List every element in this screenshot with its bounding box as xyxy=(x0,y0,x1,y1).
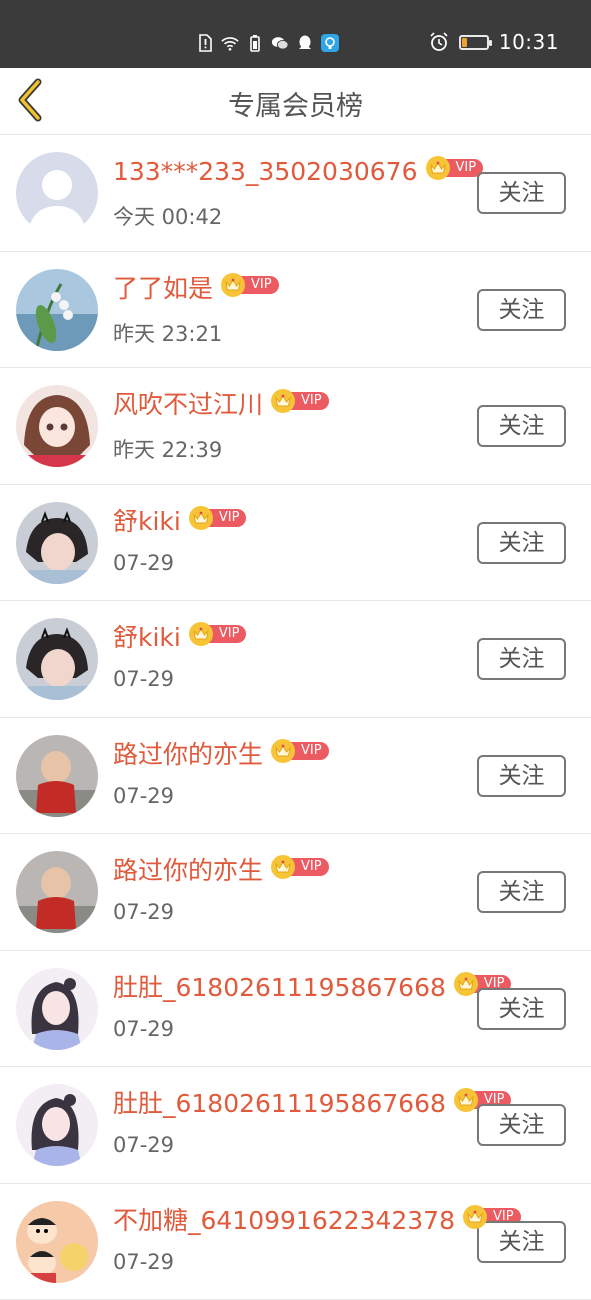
member-row[interactable]: 肚肚_61802611195867668VIP 07-29 关注 xyxy=(0,951,591,1068)
wechat-icon xyxy=(271,34,289,52)
name-line: 舒kiki VIP xyxy=(113,505,246,539)
vip-badge: VIP xyxy=(271,740,329,762)
member-name[interactable]: 舒kiki xyxy=(113,505,181,539)
crown-icon xyxy=(426,156,450,180)
vip-badge: VIP xyxy=(189,623,247,645)
status-bar: 10:31 xyxy=(0,0,591,68)
follow-button[interactable]: 关注 xyxy=(477,1221,566,1263)
member-name[interactable]: 风吹不过江川 xyxy=(113,388,263,422)
member-time: 07-29 xyxy=(113,784,174,808)
vip-badge: VIP xyxy=(221,274,279,296)
qq-icon xyxy=(296,34,314,52)
name-line: 舒kiki VIP xyxy=(113,621,246,655)
avatar[interactable] xyxy=(16,269,98,351)
follow-button[interactable]: 关注 xyxy=(477,755,566,797)
notification-app-icon xyxy=(321,34,339,52)
member-time: 07-29 xyxy=(113,900,174,924)
member-time: 07-29 xyxy=(113,1250,174,1274)
follow-button[interactable]: 关注 xyxy=(477,871,566,913)
member-row[interactable]: 舒kiki VIP 07-29 关注 xyxy=(0,601,591,718)
member-time: 07-29 xyxy=(113,667,174,691)
member-row[interactable]: 风吹不过江川 VIP 昨天 22:39 关注 xyxy=(0,368,591,485)
avatar[interactable] xyxy=(16,1084,98,1166)
crown-icon xyxy=(271,855,295,879)
avatar[interactable] xyxy=(16,385,98,467)
member-name[interactable]: 不加糖_6410991622342378 xyxy=(113,1204,455,1238)
name-line: 不加糖_6410991622342378VIP xyxy=(113,1204,521,1238)
avatar[interactable] xyxy=(16,735,98,817)
follow-button[interactable]: 关注 xyxy=(477,1104,566,1146)
member-name[interactable]: 肚肚_61802611195867668 xyxy=(113,971,446,1005)
member-name[interactable]: 肚肚_61802611195867668 xyxy=(113,1087,446,1121)
member-time: 07-29 xyxy=(113,551,174,575)
member-row[interactable]: 路过你的亦生 VIP 07-29 关注 xyxy=(0,834,591,951)
name-line: 肚肚_61802611195867668VIP xyxy=(113,971,511,1005)
crown-icon xyxy=(463,1205,487,1229)
vip-badge: VIP xyxy=(271,390,329,412)
crown-icon xyxy=(189,622,213,646)
member-row[interactable]: 路过你的亦生 VIP 07-29 关注 xyxy=(0,718,591,835)
member-row[interactable]: 肚肚_61802611195867668VIP 07-29 关注 xyxy=(0,1067,591,1184)
crown-icon xyxy=(189,506,213,530)
top-nav: 专属会员榜 xyxy=(0,68,591,135)
page-title: 专属会员榜 xyxy=(0,84,591,123)
vip-badge: VIP xyxy=(189,507,247,529)
avatar[interactable] xyxy=(16,1201,98,1283)
member-name[interactable]: 路过你的亦生 xyxy=(113,738,263,772)
member-list: 133***233_3502030676VIP今天 00:42关注了了如是VIP… xyxy=(0,135,591,1300)
name-line: 133***233_3502030676 VIP xyxy=(113,155,483,189)
follow-button[interactable]: 关注 xyxy=(477,172,566,214)
battery-level xyxy=(462,38,467,47)
status-right: 10:31 xyxy=(429,30,559,54)
crown-icon xyxy=(221,273,245,297)
battery-icon xyxy=(459,35,489,50)
vip-badge: VIP xyxy=(426,157,484,179)
follow-button[interactable]: 关注 xyxy=(477,522,566,564)
crown-icon xyxy=(454,972,478,996)
battery-saver-icon xyxy=(246,34,264,52)
member-time: 昨天 23:21 xyxy=(113,318,222,348)
name-line: 了了如是 VIP xyxy=(113,272,279,306)
follow-button[interactable]: 关注 xyxy=(477,289,566,331)
member-time: 今天 00:42 xyxy=(113,201,222,231)
crown-icon xyxy=(271,389,295,413)
member-time: 07-29 xyxy=(113,1017,174,1041)
name-line: 路过你的亦生 VIP xyxy=(113,738,329,772)
member-row[interactable]: 不加糖_6410991622342378VIP 07-29 关注 xyxy=(0,1184,591,1300)
member-row[interactable]: 舒kiki VIP 07-29 关注 xyxy=(0,485,591,602)
name-line: 风吹不过江川 VIP xyxy=(113,388,329,422)
follow-button[interactable]: 关注 xyxy=(477,638,566,680)
follow-button[interactable]: 关注 xyxy=(477,405,566,447)
member-name[interactable]: 了了如是 xyxy=(113,272,213,306)
crown-icon xyxy=(454,1088,478,1112)
member-row[interactable]: 了了如是 VIP 昨天 23:21 关注 xyxy=(0,252,591,369)
follow-button[interactable]: 关注 xyxy=(477,988,566,1030)
clock: 10:31 xyxy=(499,30,559,54)
sim-alert-icon xyxy=(196,34,214,52)
member-name[interactable]: 133***233_3502030676 xyxy=(113,155,418,189)
crown-icon xyxy=(271,739,295,763)
member-name[interactable]: 舒kiki xyxy=(113,621,181,655)
avatar[interactable] xyxy=(16,502,98,584)
avatar[interactable] xyxy=(16,152,98,234)
member-row[interactable]: 133***233_3502030676 VIP 今天 00:42 关注 xyxy=(0,135,591,252)
avatar[interactable] xyxy=(16,968,98,1050)
member-time: 07-29 xyxy=(113,1133,174,1157)
vip-badge: VIP xyxy=(271,856,329,878)
member-time: 昨天 22:39 xyxy=(113,434,222,464)
wifi-icon xyxy=(221,34,239,52)
member-name[interactable]: 路过你的亦生 xyxy=(113,854,263,888)
avatar[interactable] xyxy=(16,618,98,700)
alarm-icon xyxy=(429,32,449,52)
name-line: 路过你的亦生 VIP xyxy=(113,854,329,888)
avatar[interactable] xyxy=(16,851,98,933)
name-line: 肚肚_61802611195867668VIP xyxy=(113,1087,511,1121)
status-icons xyxy=(196,32,339,54)
